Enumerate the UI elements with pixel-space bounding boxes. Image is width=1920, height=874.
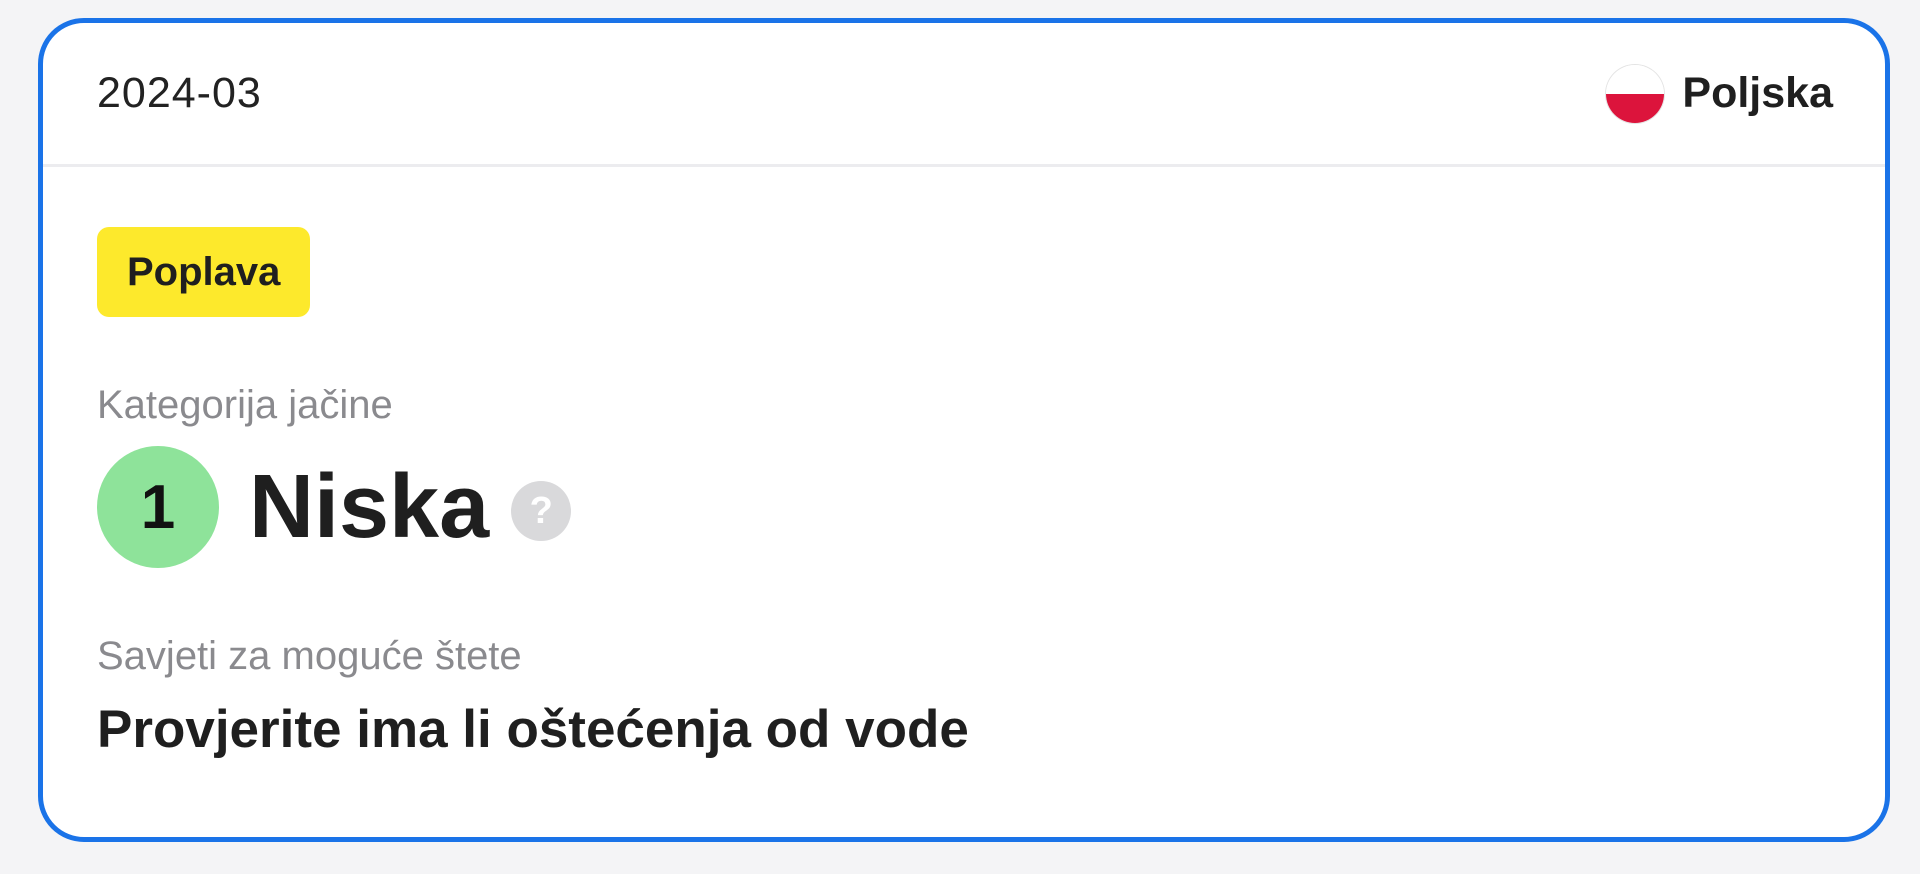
card-body: Poplava Kategorija jačine 1 Niska ? Savj…: [43, 167, 1885, 760]
severity-text: Niska: [249, 456, 490, 557]
advice-text: Provjerite ima li oštećenja od vode: [97, 700, 969, 759]
severity-row: 1 Niska ?: [97, 446, 1831, 568]
event-date: 2024-03: [97, 69, 262, 117]
card-header: 2024-03 Poljska: [43, 23, 1885, 167]
severity-level-circle: 1: [97, 446, 219, 568]
question-mark-icon[interactable]: ?: [511, 481, 572, 541]
event-type-badge: Poplava: [97, 227, 311, 317]
country-info: Poljska: [1606, 64, 1833, 123]
severity-heading: Kategorija jačine: [97, 383, 393, 427]
event-card[interactable]: 2024-03 Poljska Poplava Kategorija jačin…: [38, 18, 1890, 842]
poland-flag-icon: [1606, 64, 1665, 123]
advice-heading: Savjeti za moguće štete: [97, 634, 522, 678]
country-name: Poljska: [1682, 69, 1833, 117]
